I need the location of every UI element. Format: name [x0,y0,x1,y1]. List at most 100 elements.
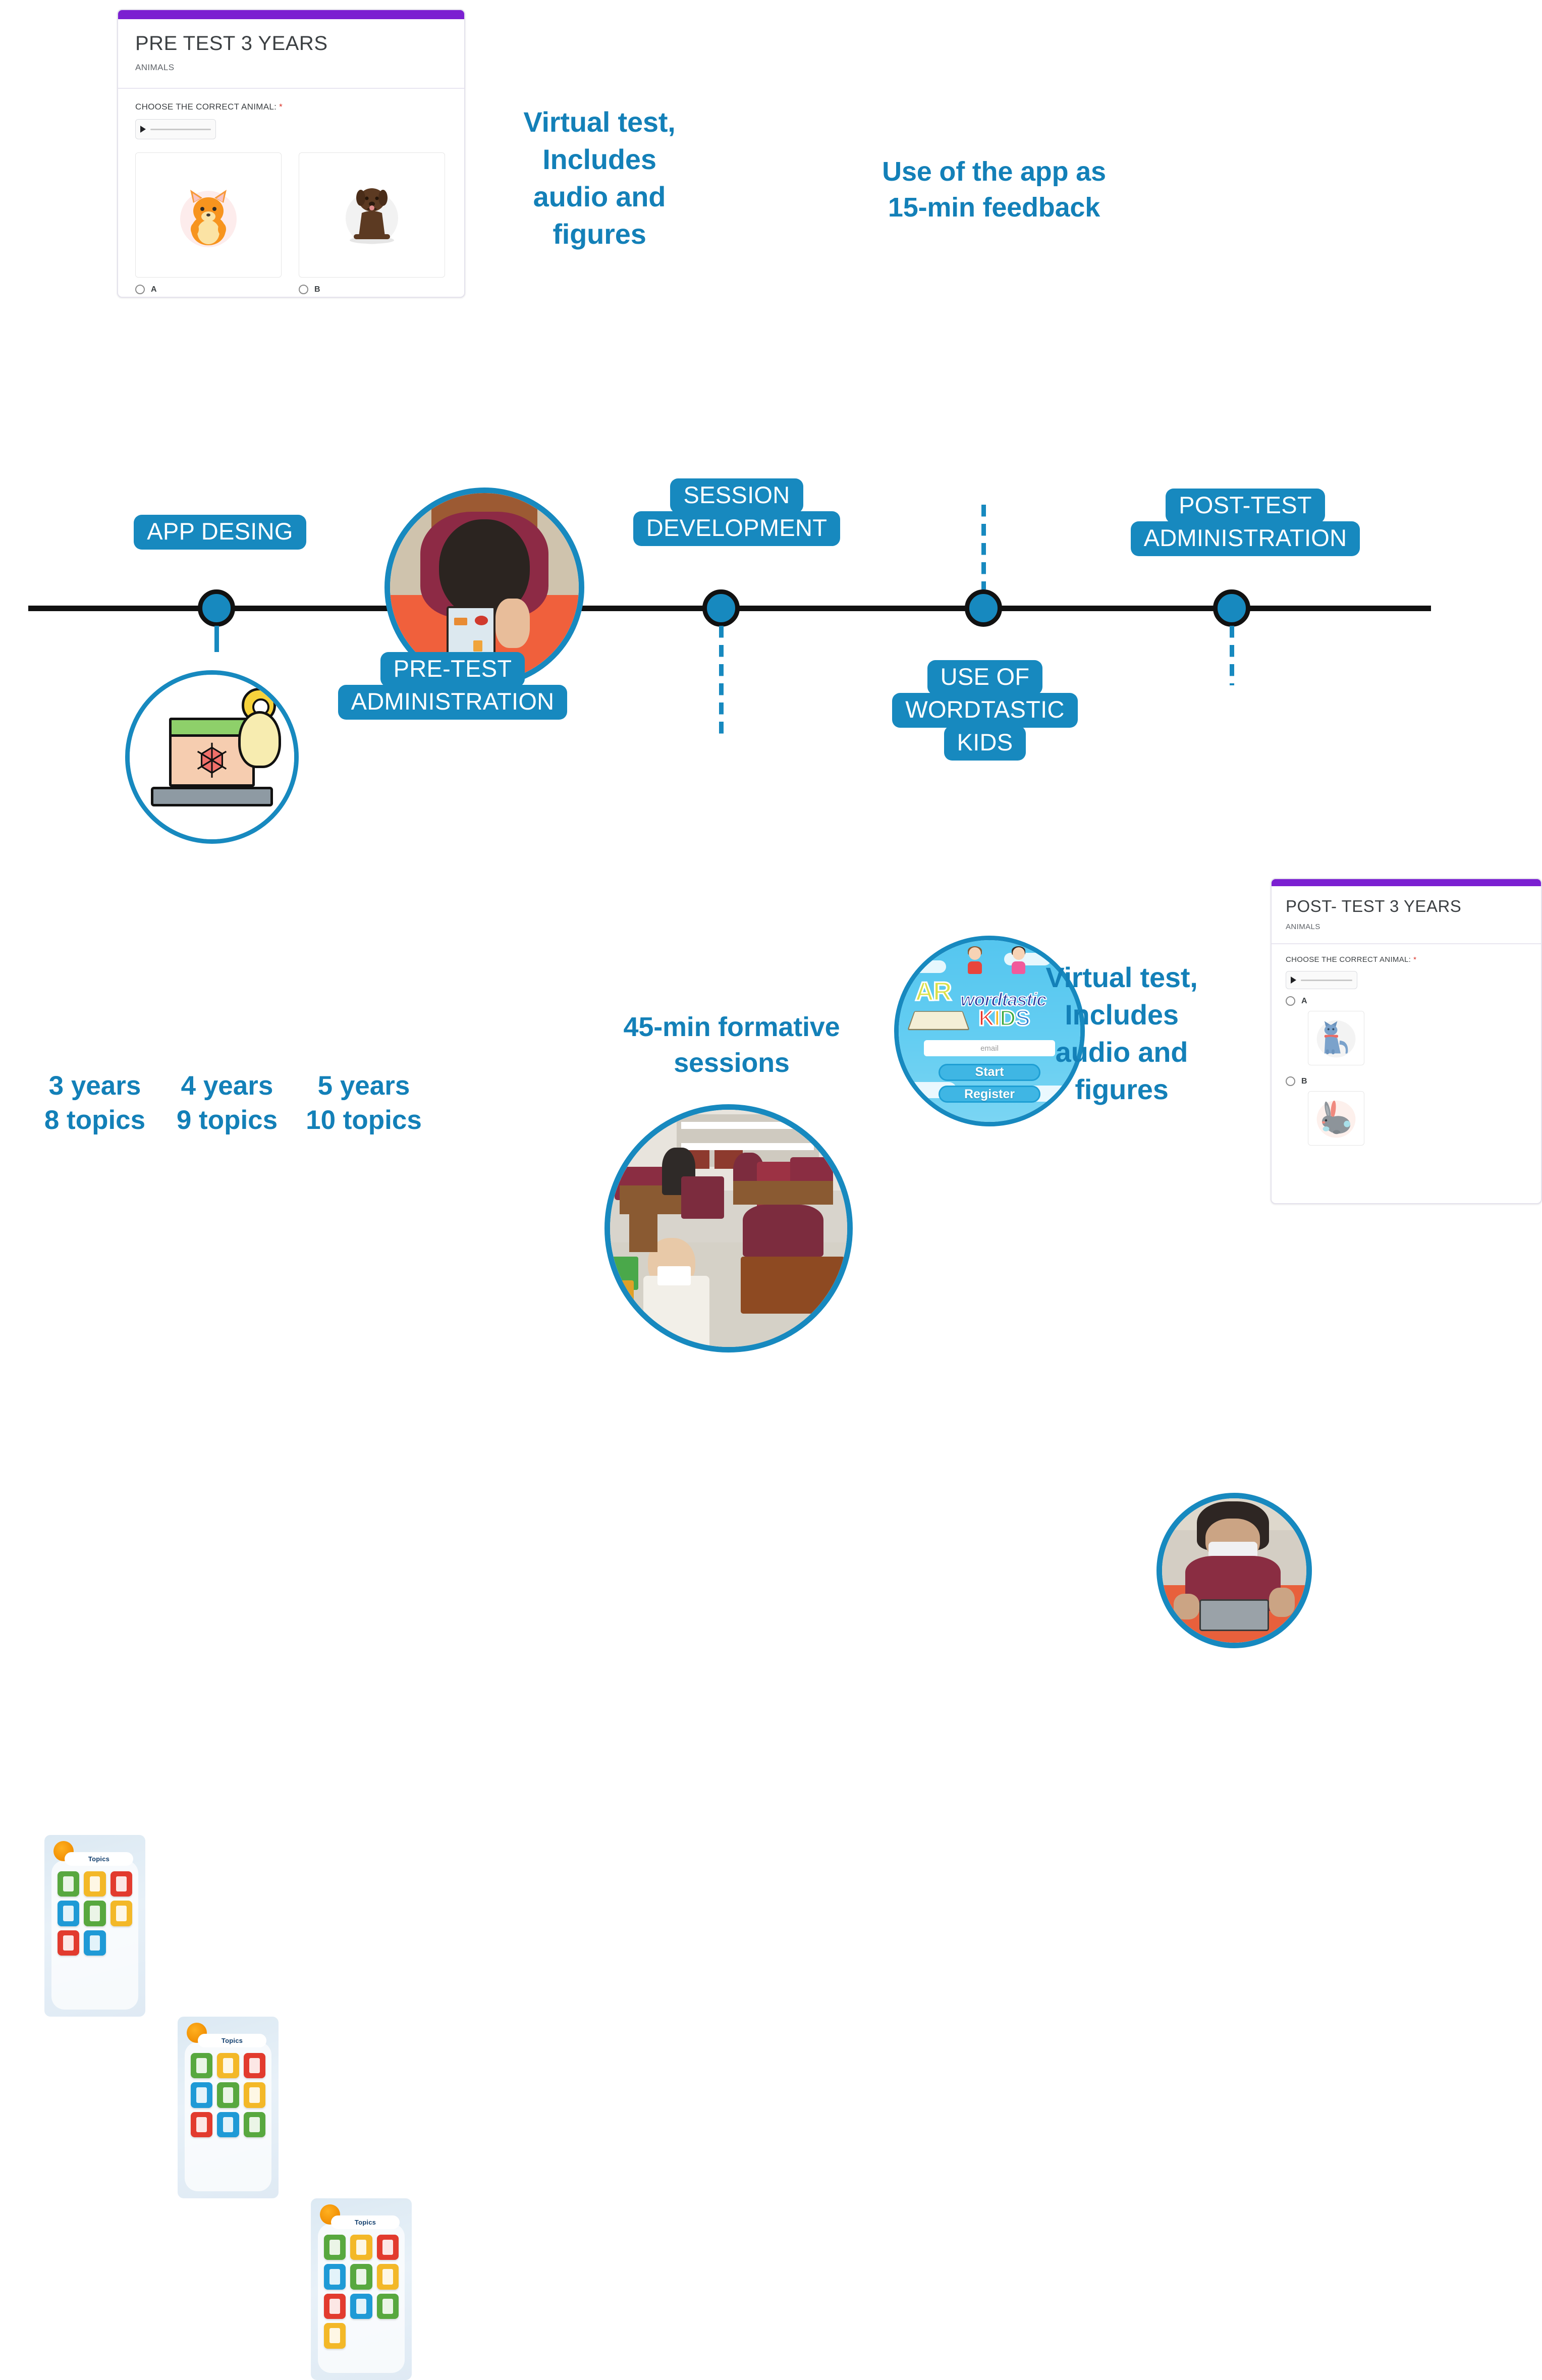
topic-tile[interactable] [324,2323,346,2349]
topic-tile[interactable] [350,2235,372,2260]
radio-icon[interactable] [1286,996,1295,1006]
post-test-form-card: POST- TEST 3 YEARS ANIMALS CHOOSE THE CO… [1271,878,1542,1204]
topic-tile[interactable] [243,2053,265,2079]
topic-tile[interactable] [376,2293,399,2319]
label-wordtastic-line-1: USE OF [927,660,1043,695]
rabbit-icon [1316,1101,1356,1138]
kid-boy-body [968,961,982,975]
label-session-line-2: DEVELOPMENT [633,511,841,546]
pre-test-option-a-label: A [151,285,157,294]
hamster-icon [180,190,237,247]
form-accent-bar [118,10,464,19]
topic-tile[interactable] [324,2264,346,2290]
photo-child-tablet-post-test [1156,1493,1312,1648]
sessions-annotation-line-2: sessions [674,1048,790,1078]
sessions-annotation: 45-min formative sessions [585,1009,878,1081]
post-test-form-title: POST- TEST 3 YEARS [1286,897,1462,915]
topic-tile[interactable] [376,2235,399,2260]
label-session-development[interactable]: SESSION DEVELOPMENT [605,478,868,546]
dog-icon [346,188,398,244]
rabbit-illustration-frame [1308,1091,1364,1146]
topic-tile[interactable] [58,1871,80,1897]
topics-header-3-years: Topics [65,1852,133,1866]
topic-tile[interactable] [110,1901,132,1926]
kid-boy-illustration [964,946,986,975]
topic-tile[interactable] [84,1930,106,1956]
pre-test-annotation-line-4: figures [553,218,646,250]
pre-test-option-a-radio-row[interactable]: A [135,285,282,294]
post-test-annotation: Virtual test, Includes audio and figures [1003,959,1240,1108]
topic-tiles-3-years [58,1871,132,1956]
connector-app-desing [214,626,219,652]
post-test-annotation-line-2: Includes [1065,998,1179,1031]
pre-test-option-b[interactable]: B [299,152,445,294]
play-icon[interactable] [1291,977,1296,984]
app-feedback-annotation-line-2: 15-min feedback [888,192,1100,223]
form-accent-bar [1272,879,1541,886]
label-wordtastic-line-3: KIDS [944,725,1026,761]
timeline-node-app-desing[interactable] [198,589,235,627]
timeline-node-session-development[interactable] [702,589,740,627]
topic-tile[interactable] [191,2082,213,2108]
pre-test-form-section: ANIMALS [135,63,175,72]
post-test-option-b-label: B [1301,1076,1307,1086]
pre-test-audio-player[interactable] [135,119,216,139]
topic-tile[interactable] [350,2293,372,2319]
pre-test-option-b-label: B [314,285,320,294]
audio-progress-bar[interactable] [1301,979,1352,981]
pre-test-option-b-radio-row[interactable]: B [299,285,445,294]
radio-icon[interactable] [299,285,308,294]
connector-post-test [1230,626,1234,685]
topics-header-4-years: Topics [198,2034,266,2048]
label-pre-test-administration[interactable]: PRE-TEST ADMINISTRATION [338,652,568,720]
label-post-test-administration[interactable]: POST-TEST ADMINISTRATION [1114,489,1376,556]
label-app-desing-line-1: APP DESING [134,515,306,550]
kid-boy-head [969,947,981,960]
topic-tile[interactable] [324,2235,346,2260]
post-test-option-a-radio-row[interactable]: A [1286,996,1527,1006]
topic-tile[interactable] [84,1871,106,1897]
phone-mockup-5-years: Topics [311,2198,412,2380]
open-book-icon [907,1011,970,1030]
topic-tile[interactable] [350,2264,372,2290]
topic-tile[interactable] [58,1930,80,1956]
label-post-test-line-1: POST-TEST [1166,489,1325,523]
topic-tile[interactable] [110,1871,132,1897]
phone-mockup-4-years: Topics [178,2017,279,2198]
radio-icon[interactable] [135,285,145,294]
label-use-of-wordtastic-kids[interactable]: USE OF WORDTASTIC KIDS [892,660,1078,761]
pre-test-annotation-line-3: audio and [533,180,666,212]
required-asterisk: * [279,102,283,112]
post-test-question-label: CHOOSE THE CORRECT ANIMAL: * [1286,955,1527,964]
age-5-years-topics: 10 topics [306,1105,422,1135]
radio-icon[interactable] [1286,1076,1295,1087]
topic-tile[interactable] [191,2112,213,2138]
topic-tile[interactable] [376,2264,399,2290]
age-label-3-years: 3 years 8 topics [19,1069,171,1138]
pre-test-question-label: CHOOSE THE CORRECT ANIMAL: * [135,102,447,112]
topic-tile[interactable] [191,2053,213,2079]
topic-tile[interactable] [84,1901,106,1926]
topic-tile[interactable] [243,2082,265,2108]
label-pre-test-line-2: ADMINISTRATION [338,684,568,720]
post-test-audio-player[interactable] [1286,971,1357,990]
label-app-desing[interactable]: APP DESING [129,515,311,550]
age-label-5-years: 5 years 10 topics [286,1069,442,1138]
audio-progress-bar[interactable] [150,128,211,130]
phone-mockup-3-years: Topics [44,1835,145,2017]
topic-tile[interactable] [217,2053,239,2079]
post-test-option-b-radio-row[interactable]: B [1286,1076,1527,1087]
topic-tiles-5-years [324,2235,399,2349]
pre-test-option-a[interactable]: A [135,152,282,294]
topic-tile[interactable] [217,2112,239,2138]
required-asterisk: * [1413,955,1417,964]
timeline-node-post-test[interactable] [1213,589,1250,627]
topic-tile[interactable] [217,2082,239,2108]
dog-illustration-frame [299,152,445,278]
topic-tile[interactable] [324,2293,346,2319]
topic-tile[interactable] [58,1901,80,1926]
timeline-node-wordtastic[interactable] [965,589,1002,627]
play-icon[interactable] [140,126,146,133]
pre-test-annotation-line-2: Includes [542,143,656,175]
topic-tile[interactable] [243,2112,265,2138]
